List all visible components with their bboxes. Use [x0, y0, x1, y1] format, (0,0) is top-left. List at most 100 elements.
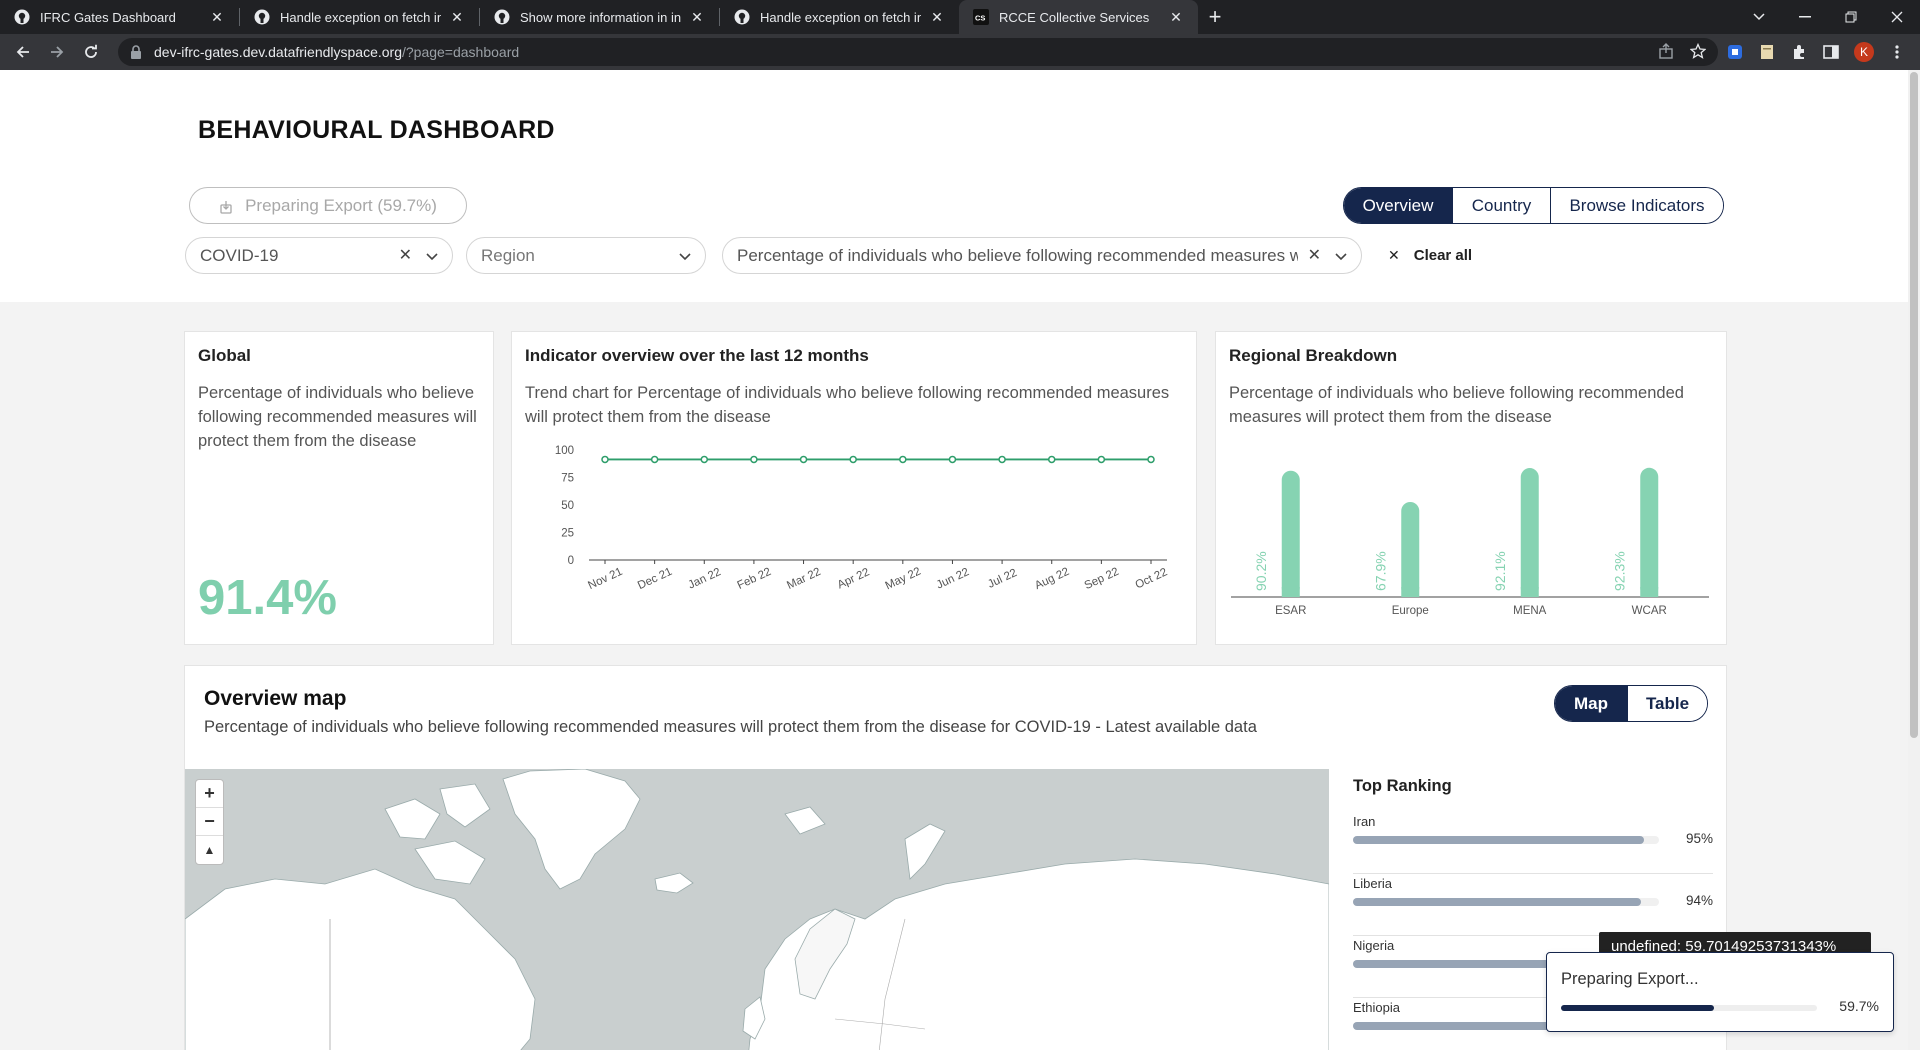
data-point[interactable]	[1047, 455, 1056, 464]
cs-icon: CS	[973, 9, 989, 25]
close-icon[interactable]: ✕	[1168, 9, 1184, 25]
region-select[interactable]: Region	[466, 237, 706, 274]
data-point[interactable]	[700, 455, 709, 464]
disease-select[interactable]: COVID-19 ✕	[185, 237, 453, 274]
data-point[interactable]	[1097, 455, 1106, 464]
new-tab-button[interactable]: +	[1198, 0, 1232, 34]
extension-note-icon[interactable]	[1758, 43, 1776, 61]
category-label: ESAR	[1275, 605, 1306, 617]
indicator-select[interactable]: Percentage of individuals who believe fo…	[722, 237, 1362, 274]
download-icon	[219, 199, 233, 214]
close-window-icon[interactable]	[1874, 0, 1920, 34]
restore-icon[interactable]	[1828, 0, 1874, 34]
bar[interactable]	[1281, 470, 1300, 597]
data-point[interactable]	[849, 455, 857, 464]
close-icon[interactable]: ✕	[449, 9, 465, 25]
browser-tab[interactable]: Handle exception on fetch inside ✕	[720, 0, 959, 34]
tab-country[interactable]: Country	[1452, 188, 1550, 223]
world-map[interactable]: + − ▲	[185, 769, 1329, 1050]
data-point[interactable]	[601, 455, 609, 464]
close-icon[interactable]: ✕	[929, 9, 945, 25]
export-progress-track	[1561, 1005, 1817, 1011]
browser-tab-bar: IFRC Gates Dashboard ✕ Handle exception …	[0, 0, 1920, 34]
chevron-down-icon[interactable]	[1335, 246, 1347, 266]
tab-map[interactable]: Map	[1555, 686, 1627, 721]
extension-shield-icon[interactable]	[1726, 43, 1744, 61]
bar[interactable]	[1640, 467, 1659, 597]
back-icon[interactable]	[8, 37, 38, 67]
ranking-country: Iran	[1353, 814, 1376, 829]
indicator-select-value: Percentage of individuals who believe fo…	[737, 245, 1298, 265]
x-tick-label: Jul 22	[986, 567, 1019, 591]
data-point[interactable]	[1147, 455, 1155, 464]
profile-avatar[interactable]: K	[1854, 42, 1874, 62]
export-progress-toast: Preparing Export... 59.7%	[1546, 952, 1894, 1032]
y-tick-label: 25	[561, 528, 574, 540]
browser-tab[interactable]: Show more information in indica ✕	[480, 0, 719, 34]
clear-icon[interactable]: ✕	[399, 247, 412, 264]
category-label: WCAR	[1632, 605, 1667, 617]
scrollbar-thumb[interactable]	[1910, 72, 1918, 738]
reset-north-button[interactable]: ▲	[196, 836, 223, 864]
map-view-tabs: Map Table	[1554, 685, 1708, 722]
chevron-down-icon[interactable]	[426, 246, 438, 266]
browser-tab-active[interactable]: CS RCCE Collective Services ✕	[959, 0, 1198, 34]
data-point[interactable]	[899, 455, 907, 464]
github-icon	[254, 9, 270, 25]
reload-icon[interactable]	[76, 37, 106, 67]
ranking-title: Top Ranking	[1353, 777, 1452, 795]
data-point[interactable]	[650, 455, 659, 464]
ranking-item: Liberia 94%	[1353, 874, 1713, 936]
x-tick-label: May 22	[884, 565, 923, 592]
chevron-down-icon[interactable]	[679, 246, 691, 266]
map-land	[185, 769, 1329, 1050]
side-panel-icon[interactable]	[1822, 43, 1840, 61]
tab-title: RCCE Collective Services	[999, 9, 1150, 25]
global-value: 91.4%	[198, 571, 337, 625]
minimize-icon[interactable]	[1782, 0, 1828, 34]
tab-browse-indicators[interactable]: Browse Indicators	[1550, 188, 1723, 223]
browser-tab[interactable]: Handle exception on fetch inside ✕	[240, 0, 479, 34]
map-subtitle: Percentage of individuals who believe fo…	[204, 718, 1257, 736]
data-point[interactable]	[948, 455, 957, 464]
address-bar[interactable]: dev-ifrc-gates.dev.datafriendlyspace.org…	[118, 38, 1718, 66]
tab-title: IFRC Gates Dashboard	[40, 9, 176, 25]
close-icon[interactable]: ✕	[209, 9, 225, 25]
extensions-puzzle-icon[interactable]	[1790, 43, 1808, 61]
export-button[interactable]: Preparing Export (59.7%)	[189, 187, 467, 224]
ranking-country: Liberia	[1353, 876, 1393, 891]
x-tick-label: Nov 21	[586, 566, 624, 592]
map-title: Overview map	[204, 687, 347, 710]
bar-value-label: 92.1%	[1492, 551, 1508, 591]
data-point[interactable]	[998, 455, 1006, 464]
regional-bar-chart: 90.2% ESAR 67.9% Europe 92.1% MENA 92.3% WCAR	[1231, 467, 1709, 617]
clear-all-button[interactable]: ✕ Clear all	[1388, 237, 1472, 274]
x-tick-label: Oct 22	[1134, 566, 1170, 591]
tab-table[interactable]: Table	[1627, 686, 1707, 721]
export-label: Preparing Export (59.7%)	[245, 195, 437, 215]
zoom-in-button[interactable]: +	[196, 780, 223, 808]
regional-card: Regional Breakdown Percentage of individ…	[1215, 331, 1727, 645]
bar[interactable]	[1520, 468, 1539, 597]
bar[interactable]	[1401, 501, 1420, 597]
trend-line-chart: 0 25 50 75 100 Nov 21 Dec 21 Jan 22 Feb 22 Mar 22…	[555, 445, 1170, 592]
data-point[interactable]	[750, 455, 758, 464]
bookmark-star-icon[interactable]	[1689, 42, 1707, 62]
tab-overview[interactable]: Overview	[1344, 188, 1452, 223]
browser-tab[interactable]: IFRC Gates Dashboard ✕	[0, 0, 239, 34]
data-point[interactable]	[799, 455, 808, 464]
bar-value-label: 92.3%	[1611, 551, 1627, 591]
page-scrollbar[interactable]	[1908, 70, 1920, 1050]
share-icon[interactable]	[1658, 42, 1674, 62]
github-icon	[14, 9, 30, 25]
close-icon[interactable]: ✕	[689, 9, 705, 25]
tab-title: Handle exception on fetch inside	[760, 9, 921, 25]
clear-icon[interactable]: ✕	[1308, 247, 1321, 264]
zoom-out-button[interactable]: −	[196, 808, 223, 836]
tab-search-icon[interactable]	[1736, 0, 1782, 34]
x-tick-label: Aug 22	[1033, 566, 1071, 592]
bar-base	[1281, 587, 1300, 597]
bar-value-label: 90.2%	[1253, 551, 1269, 591]
browser-menu-icon[interactable]	[1888, 43, 1906, 61]
forward-icon[interactable]	[42, 37, 72, 67]
